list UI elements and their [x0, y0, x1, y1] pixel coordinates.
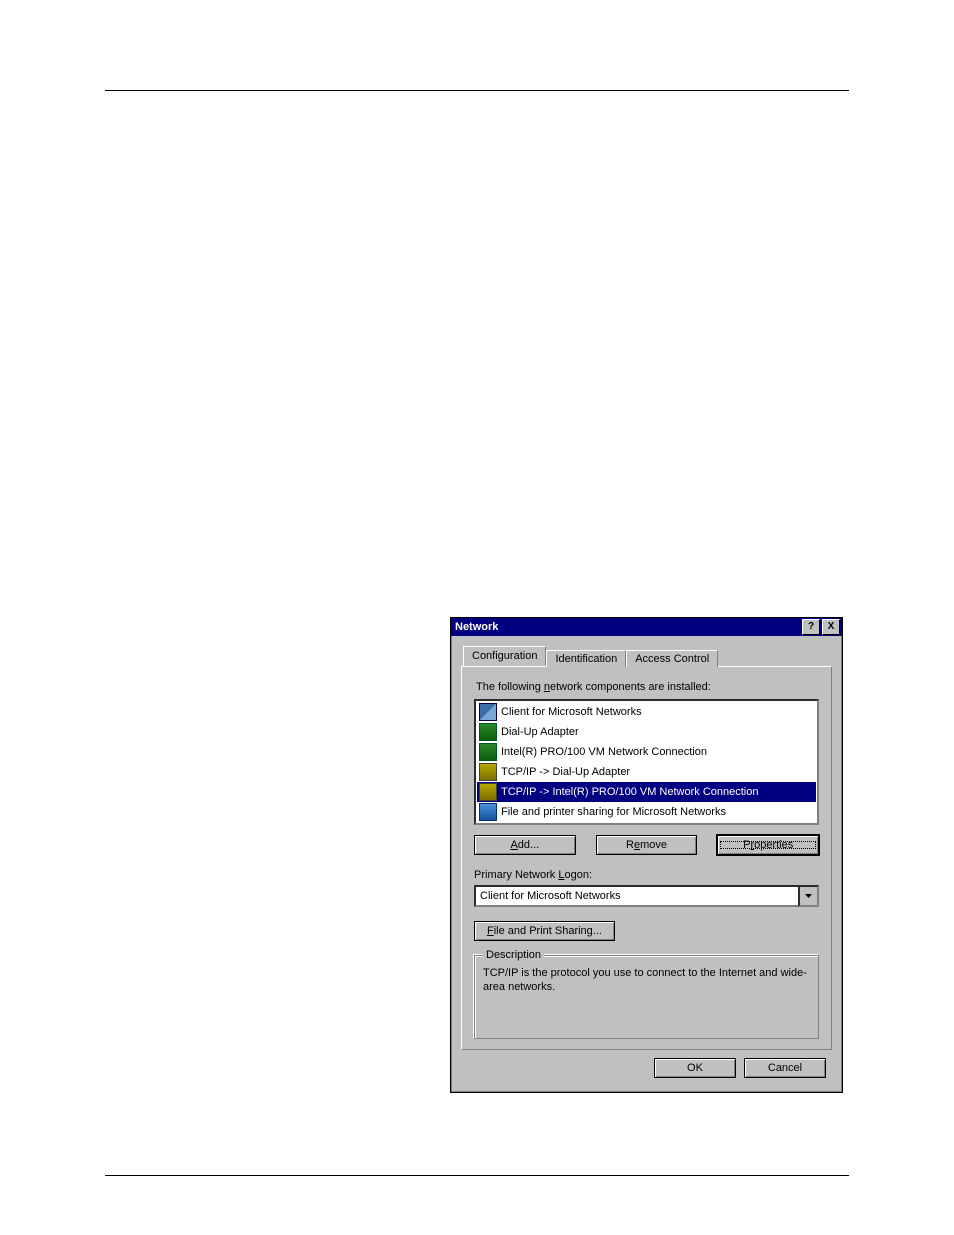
- window-title: Network: [455, 621, 800, 633]
- tab-access-control[interactable]: Access Control: [626, 650, 718, 667]
- titlebar: Network ? X: [451, 618, 842, 636]
- close-button[interactable]: X: [822, 619, 840, 635]
- list-item-label: File and printer sharing for Microsoft N…: [501, 806, 726, 818]
- sharing-post: ile and Print Sharing...: [494, 925, 602, 937]
- dropdown-button[interactable]: [798, 885, 819, 907]
- add-u: A: [510, 839, 517, 851]
- add-post: dd...: [518, 839, 539, 851]
- list-item-label: TCP/IP -> Dial-Up Adapter: [501, 766, 630, 778]
- list-item[interactable]: Dial-Up Adapter: [477, 722, 816, 742]
- components-listbox[interactable]: Client for Microsoft Networks Dial-Up Ada…: [474, 699, 819, 825]
- tab-identification-label: Identification: [555, 653, 617, 665]
- client-icon: [479, 703, 497, 721]
- sharing-u: F: [487, 925, 494, 937]
- list-item-label: TCP/IP -> Intel(R) PRO/100 VM Network Co…: [501, 786, 758, 798]
- proto-icon: [479, 783, 497, 801]
- tab-identification[interactable]: Identification: [546, 650, 626, 667]
- help-icon: ?: [808, 622, 814, 632]
- tab-panel-configuration: The following network components are ins…: [461, 666, 832, 1050]
- primary-logon-dropdown[interactable]: Client for Microsoft Networks: [474, 885, 819, 907]
- list-item[interactable]: TCP/IP -> Intel(R) PRO/100 VM Network Co…: [477, 782, 816, 802]
- list-item[interactable]: File and printer sharing for Microsoft N…: [477, 802, 816, 822]
- remove-button[interactable]: Remove: [596, 835, 698, 855]
- adapter-icon: [479, 723, 497, 741]
- list-item[interactable]: TCP/IP -> Dial-Up Adapter: [477, 762, 816, 782]
- adapter-icon: [479, 743, 497, 761]
- ok-label: OK: [687, 1062, 703, 1074]
- share-icon: [479, 803, 497, 821]
- dialog-footer: OK Cancel: [461, 1050, 832, 1086]
- components-caption-pre: The following: [476, 681, 544, 693]
- remove-pre: R: [626, 839, 634, 851]
- primary-logon-label: Primary Network Logon:: [474, 869, 819, 881]
- list-item[interactable]: Client for Microsoft Networks: [477, 702, 816, 722]
- tabstrip: Configuration Identification Access Cont…: [463, 646, 832, 666]
- description-groupbox: Description TCP/IP is the protocol you u…: [474, 955, 819, 1039]
- description-legend: Description: [483, 949, 544, 961]
- components-caption: The following network components are ins…: [476, 681, 819, 693]
- page-rule-bottom: [105, 1175, 849, 1176]
- cancel-label: Cancel: [768, 1062, 802, 1074]
- properties-post: operties: [754, 839, 793, 851]
- list-item-label: Intel(R) PRO/100 VM Network Connection: [501, 746, 707, 758]
- tab-configuration[interactable]: Configuration: [463, 646, 546, 666]
- file-print-sharing-button[interactable]: File and Print Sharing...: [474, 921, 615, 941]
- component-buttons-row: Add... Remove Properties: [474, 835, 819, 855]
- proto-icon: [479, 763, 497, 781]
- close-icon: X: [828, 622, 835, 632]
- remove-post: move: [640, 839, 667, 851]
- chevron-down-icon: [805, 894, 812, 898]
- list-item[interactable]: Intel(R) PRO/100 VM Network Connection: [477, 742, 816, 762]
- logon-post: ogon:: [564, 869, 592, 881]
- tab-configuration-label: Configuration: [472, 650, 537, 662]
- add-button[interactable]: Add...: [474, 835, 576, 855]
- dialog-client: Configuration Identification Access Cont…: [451, 636, 842, 1092]
- list-item-label: Dial-Up Adapter: [501, 726, 579, 738]
- properties-button[interactable]: Properties: [717, 835, 819, 855]
- logon-pre: Primary Network: [474, 869, 558, 881]
- ok-button[interactable]: OK: [654, 1058, 736, 1078]
- tab-access-control-label: Access Control: [635, 653, 709, 665]
- list-item-label: Client for Microsoft Networks: [501, 706, 642, 718]
- description-text: TCP/IP is the protocol you use to connec…: [483, 966, 810, 994]
- primary-logon-value: Client for Microsoft Networks: [474, 885, 798, 907]
- network-dialog: Network ? X Configuration Identification…: [450, 617, 843, 1093]
- page-rule-top: [105, 90, 849, 91]
- components-caption-post: etwork components are installed:: [550, 681, 711, 693]
- cancel-button[interactable]: Cancel: [744, 1058, 826, 1078]
- help-button[interactable]: ?: [802, 619, 820, 635]
